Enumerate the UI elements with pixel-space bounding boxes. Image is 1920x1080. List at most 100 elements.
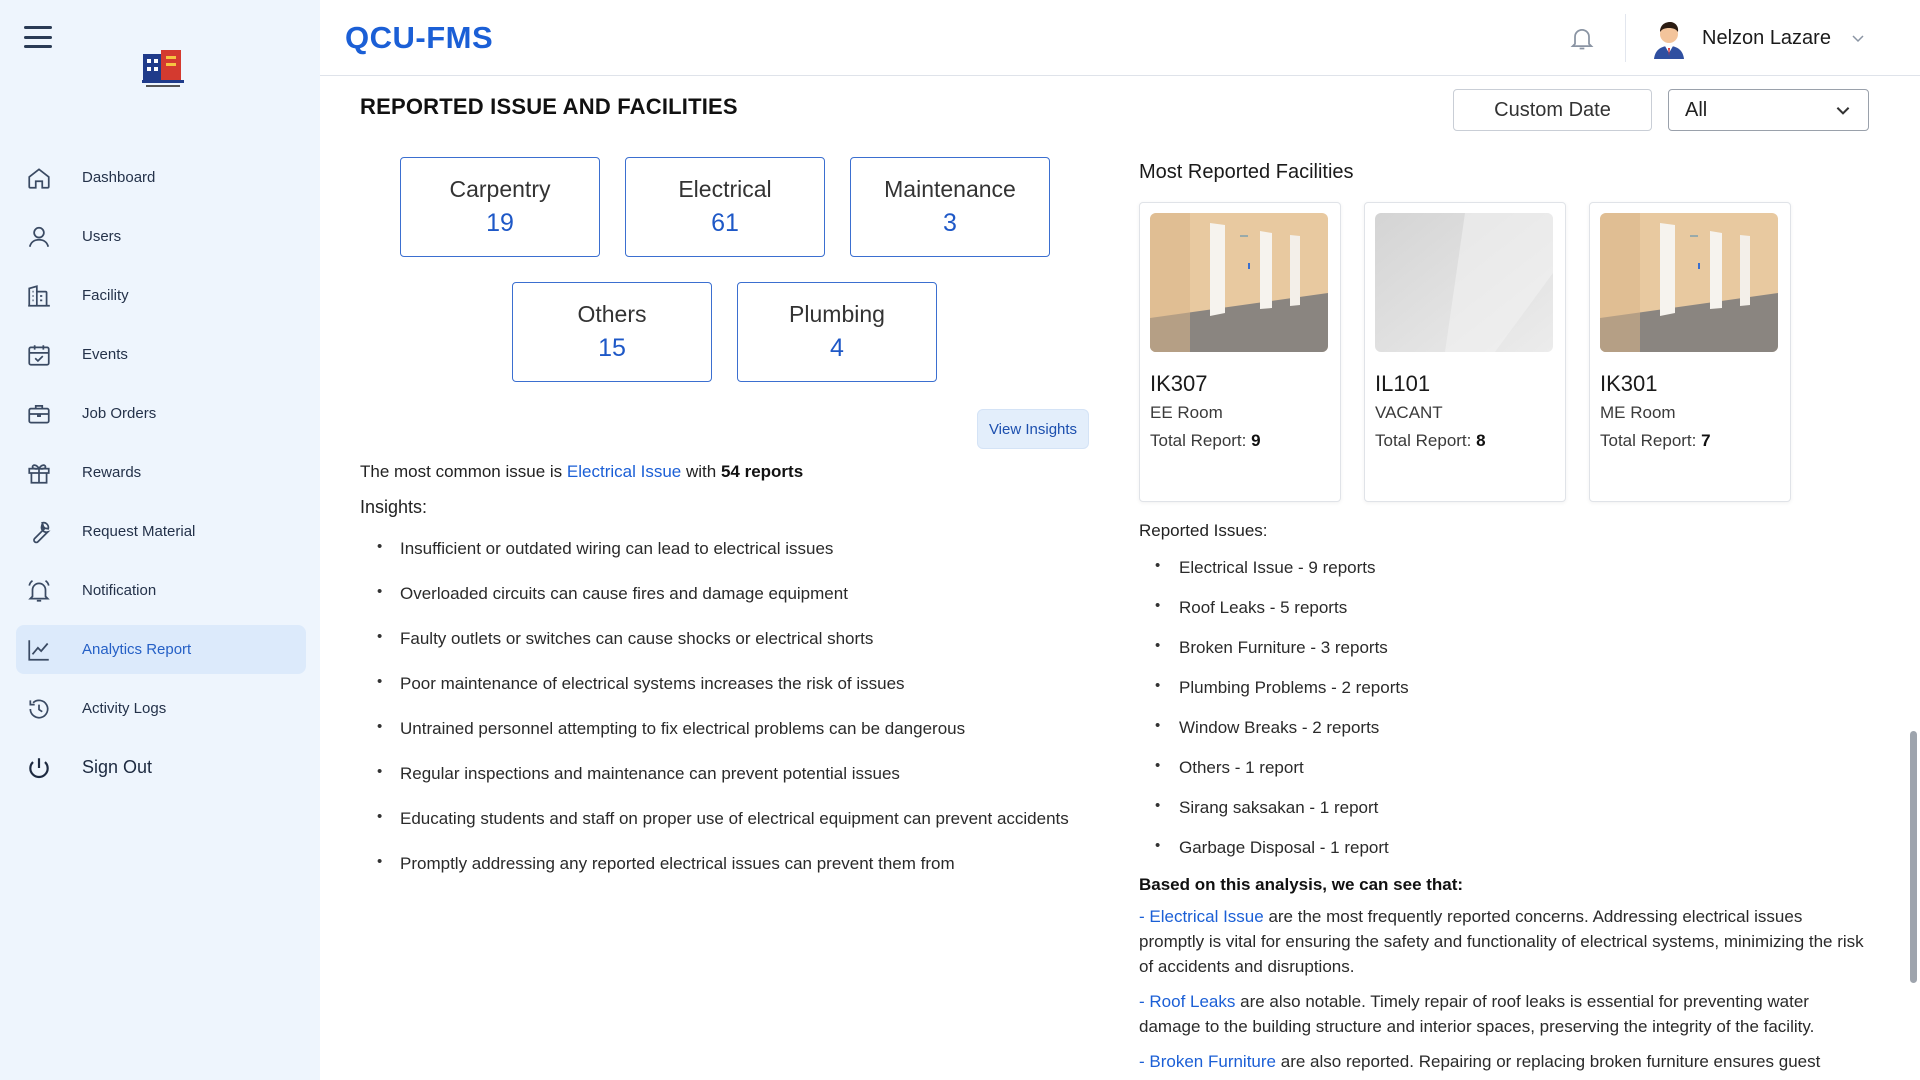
sidebar-item-notification[interactable]: Notification [16,566,306,615]
sidebar-item-facility[interactable]: Facility [16,271,306,320]
sidebar-item-users[interactable]: Users [16,212,306,261]
list-item: Regular inspections and maintenance can … [372,763,1092,809]
custom-date-button[interactable]: Custom Date [1453,89,1652,131]
bell-icon [26,578,52,604]
category-filter-select[interactable]: All [1668,89,1869,131]
category-name: Carpentry [449,176,551,202]
category-card-maintenance[interactable]: Maintenance 3 [850,157,1050,257]
sign-out-label: Sign Out [82,757,153,777]
sidebar-item-dashboard[interactable]: Dashboard [16,153,306,202]
category-count: 15 [598,334,626,362]
sidebar-item-label: Facility [82,287,129,304]
chart-line-icon [26,637,52,663]
sidebar-item-label: Rewards [82,464,142,481]
analysis-dash: - [1139,992,1150,1011]
sidebar-item-label: Job Orders [82,405,157,422]
sidebar: Dashboard Users Facility Events Job Orde… [0,0,320,1080]
analysis-body: are also reported. Repairing or replacin… [1276,1052,1821,1071]
analysis-dash: - [1139,907,1150,926]
most-common-issue-link[interactable]: Electrical Issue [567,462,681,481]
list-item: Insufficient or outdated wiring can lead… [372,538,1092,584]
chevron-down-icon[interactable] [1850,30,1866,46]
sidebar-item-label: Request Material [82,523,196,540]
top-header: QCU-FMS Nelzon Lazare [320,0,1920,76]
insights-list: Insufficient or outdated wiring can lead… [372,538,1092,899]
sidebar-item-job-orders[interactable]: Job Orders [16,389,306,438]
facility-card-ik307[interactable]: IK307 EE Room Total Report: 9 [1139,202,1341,502]
facility-code: IK307 [1150,371,1208,396]
total-label: Total Report: [1600,431,1697,450]
sidebar-item-events[interactable]: Events [16,330,306,379]
view-insights-button[interactable]: View Insights [977,409,1089,449]
facility-card-ik301[interactable]: IK301 ME Room Total Report: 7 [1589,202,1791,502]
facility-card-il101[interactable]: IL101 VACANT Total Report: 8 [1364,202,1566,502]
sidebar-item-analytics-report[interactable]: Analytics Report [16,625,306,674]
facility-photo [1600,213,1778,352]
analysis-term-link[interactable]: Roof Leaks [1149,992,1235,1011]
user-icon [26,224,52,250]
summary-middle: with [685,462,717,481]
reported-issues-heading: Reported Issues: [1139,521,1268,540]
category-name: Electrical [678,176,772,202]
sidebar-item-label: Events [82,346,128,363]
total-value: 8 [1476,431,1486,450]
facility-code: IK301 [1600,371,1658,396]
list-item: Others - 1 report [1153,757,1653,798]
category-count: 19 [486,209,514,237]
insights-heading: Insights: [360,497,428,517]
analysis-term-link[interactable]: Broken Furniture [1149,1052,1276,1071]
total-value: 9 [1251,431,1261,450]
category-name: Plumbing [789,301,885,327]
briefcase-icon [26,401,52,427]
category-count: 61 [711,209,739,237]
sidebar-item-request-material[interactable]: Request Material [16,507,306,556]
sidebar-item-activity-logs[interactable]: Activity Logs [16,684,306,733]
facility-total-reports: Total Report: 9 [1150,431,1261,451]
menu-toggle-icon[interactable] [24,26,52,48]
category-card-others[interactable]: Others 15 [512,282,712,382]
sidebar-item-rewards[interactable]: Rewards [16,448,306,497]
list-item: Plumbing Problems - 2 reports [1153,677,1653,718]
sidebar-item-label: Activity Logs [82,700,167,717]
facility-code: IL101 [1375,371,1431,396]
analysis-paragraph: - Electrical Issue are the most frequent… [1139,904,1869,979]
user-name[interactable]: Nelzon Lazare [1702,27,1831,50]
power-icon [26,755,52,781]
calendar-check-icon [26,342,52,368]
analysis-heading: Based on this analysis, we can see that: [1139,875,1464,894]
page-scrollbar[interactable] [1910,731,1917,983]
summary-report-count: 54 reports [720,462,804,481]
analysis-dash: - [1139,1052,1150,1071]
reported-issues-list: Electrical Issue - 9 reports Roof Leaks … [1153,557,1653,878]
facility-type: EE Room [1150,403,1223,422]
building-icon [26,283,52,309]
app-brand[interactable]: QCU-FMS [345,20,493,56]
analysis-body: are also notable. Timely repair of roof … [1139,992,1815,1036]
category-count: 3 [943,209,957,237]
list-item: Promptly addressing any reported electri… [372,853,1092,899]
sign-out-button[interactable]: Sign Out [16,743,306,792]
filter-selected-value: All [1685,98,1708,121]
chevron-down-icon [1836,107,1850,115]
header-divider [1625,14,1626,62]
list-item: Untrained personnel attempting to fix el… [372,718,1092,764]
list-item: Educating students and staff on proper u… [372,808,1092,854]
page-title: REPORTED ISSUE AND FACILITIES [360,94,738,119]
analysis-paragraph: - Roof Leaks are also notable. Timely re… [1139,989,1869,1039]
analysis-paragraph: - Broken Furniture are also reported. Re… [1139,1049,1869,1074]
facility-type: ME Room [1600,403,1676,422]
sidebar-item-label: Dashboard [82,169,156,186]
most-common-issue-text: The most common issue is Electrical Issu… [360,462,803,482]
analysis-term-link[interactable]: Electrical Issue [1149,907,1263,926]
list-item: Electrical Issue - 9 reports [1153,557,1653,598]
gift-icon [26,460,52,486]
category-card-electrical[interactable]: Electrical 61 [625,157,825,257]
list-item: Faulty outlets or switches can cause sho… [372,628,1092,674]
category-card-plumbing[interactable]: Plumbing 4 [737,282,937,382]
list-item: Garbage Disposal - 1 report [1153,837,1653,878]
user-avatar[interactable] [1648,17,1690,59]
notification-bell-icon[interactable] [1568,24,1596,52]
category-card-carpentry[interactable]: Carpentry 19 [400,157,600,257]
list-item: Poor maintenance of electrical systems i… [372,673,1092,719]
category-name: Others [577,301,647,327]
